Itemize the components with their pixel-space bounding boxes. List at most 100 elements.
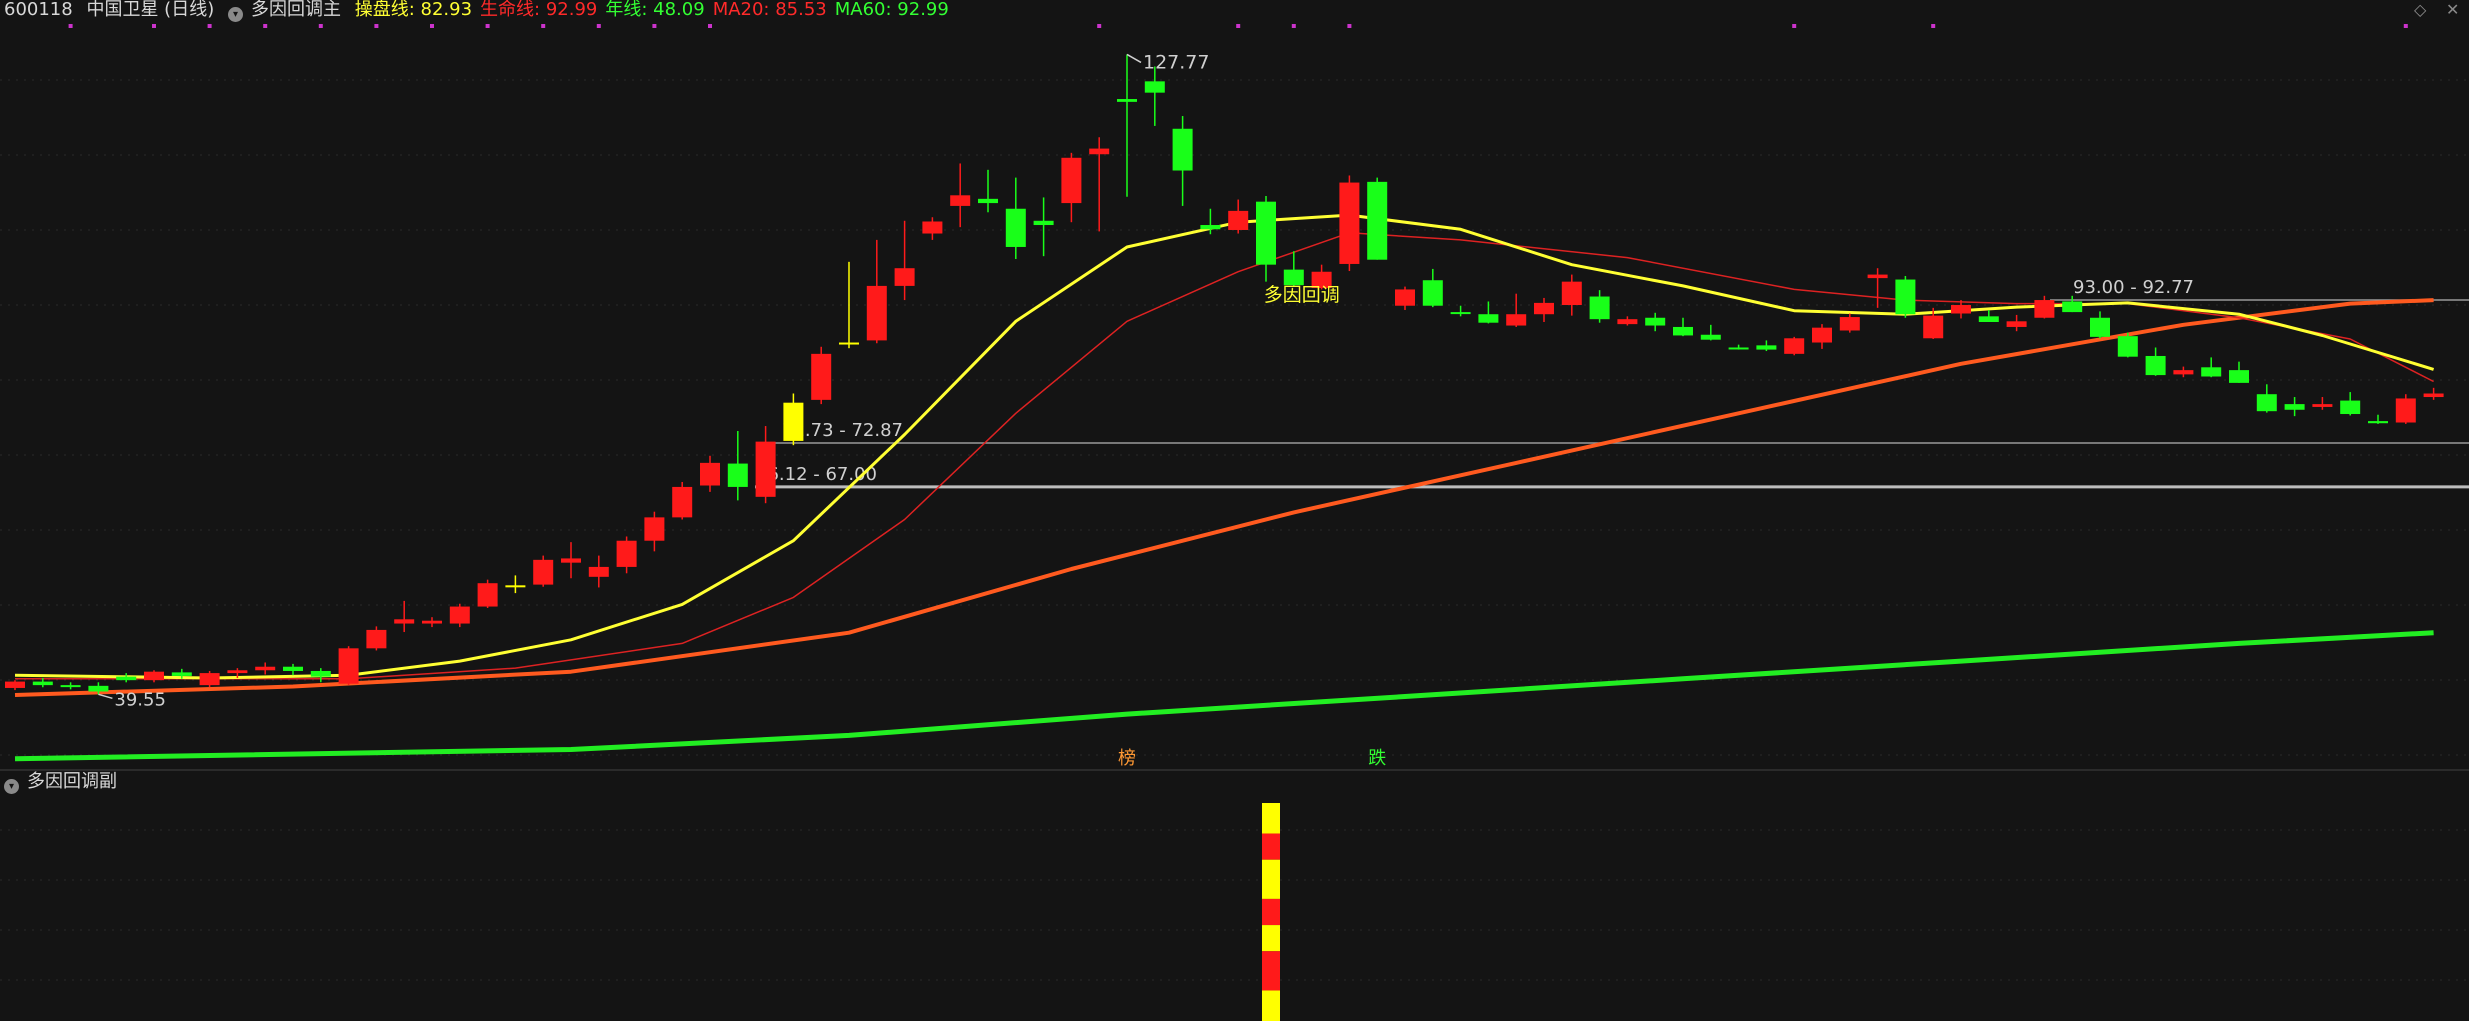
candle-body	[32, 681, 53, 686]
candle-body	[1033, 220, 1054, 226]
candle-body	[1839, 317, 1860, 331]
candle-body	[950, 195, 971, 206]
candle-body	[366, 629, 387, 649]
candle-body	[588, 566, 609, 577]
candle-body	[2006, 321, 2027, 327]
candle-body	[2312, 404, 2333, 407]
sub-bar-segment	[1262, 833, 1280, 860]
candle-body	[1061, 157, 1082, 204]
top-marker	[1792, 24, 1797, 28]
candle-body	[5, 681, 25, 688]
candle-body	[505, 585, 526, 588]
sub-bar-segment	[1262, 859, 1280, 899]
candle-body	[2201, 367, 2222, 377]
candle-body	[533, 559, 554, 585]
candle-body	[227, 670, 248, 674]
ma-yellow-line	[14, 213, 2435, 680]
candle-body	[616, 540, 637, 567]
candle-body	[1283, 269, 1304, 286]
candle-body	[1506, 314, 1527, 326]
candle-body	[811, 353, 832, 400]
candle-body	[2117, 336, 2138, 357]
sub-bar-segment	[1262, 925, 1280, 952]
candle-body	[1339, 182, 1360, 264]
candle-body	[755, 441, 776, 497]
candle-body	[561, 558, 581, 563]
candle-body	[783, 402, 804, 441]
candle-body	[644, 517, 665, 541]
candle-body	[171, 672, 192, 676]
high-label: 127.77	[1143, 51, 1209, 73]
candle-body	[283, 666, 303, 671]
candle-body	[1645, 317, 1666, 326]
top-marker	[652, 24, 657, 28]
top-marker	[263, 24, 268, 28]
candle-body	[1144, 81, 1165, 93]
candle-body	[866, 285, 887, 341]
top-marker	[68, 24, 73, 28]
candle-body	[839, 342, 859, 345]
candle-body	[2173, 370, 2194, 375]
candle-body	[1478, 314, 1499, 323]
ma-green-line	[14, 630, 2434, 762]
candle-body	[88, 685, 109, 692]
candle-body	[1812, 327, 1832, 343]
candle-body	[1867, 274, 1888, 279]
candle-body	[116, 676, 137, 681]
candle-body	[1005, 208, 1026, 247]
top-marker	[596, 24, 601, 28]
candle-body	[894, 268, 915, 286]
candle-body	[199, 673, 220, 686]
candle-body	[310, 670, 331, 677]
candle-body	[2034, 300, 2055, 318]
candle-body	[2145, 355, 2166, 376]
candle-body	[672, 486, 693, 518]
candle-body	[338, 648, 359, 684]
top-marker	[485, 24, 490, 28]
candle-body	[60, 685, 81, 688]
low-pointer	[98, 693, 113, 700]
sub-bar-segment	[1262, 803, 1280, 834]
top-marker	[1236, 24, 1241, 28]
candle-body	[2090, 317, 2110, 337]
candle-body	[1673, 326, 1693, 336]
bottom-label: 榜	[1118, 748, 1136, 769]
candle-body	[1589, 296, 1610, 320]
candle-body	[1450, 312, 1471, 315]
sub-bar-segment	[1262, 951, 1280, 991]
sub-bar-segment	[1262, 898, 1280, 926]
candle-body	[1951, 305, 1971, 314]
candle-body	[1117, 99, 1137, 102]
candle-body	[449, 606, 470, 624]
candle-body	[255, 666, 276, 671]
top-marker	[152, 24, 156, 28]
candle-body	[922, 221, 943, 234]
bottom-label: 跌	[1368, 748, 1386, 769]
top-marker	[374, 24, 379, 28]
candle-body	[1422, 280, 1443, 306]
signal-label: 多因回调	[1264, 284, 1340, 306]
candle-body	[1728, 347, 1749, 350]
candle-body	[1700, 334, 1721, 340]
candle-body	[144, 671, 164, 681]
candle-body	[2256, 394, 2277, 412]
top-marker	[2403, 24, 2408, 28]
low-label: 39.55	[114, 689, 166, 710]
candle-body	[700, 462, 720, 486]
candle-body	[727, 463, 748, 487]
candle-body	[1395, 289, 1415, 306]
candle-body	[1200, 225, 1221, 230]
candle-body	[394, 619, 415, 624]
top-marker	[1097, 24, 1102, 28]
candle-body	[1895, 279, 1916, 315]
candle-body	[477, 583, 498, 607]
candle-body	[1923, 315, 1944, 339]
candle-body	[1367, 181, 1388, 260]
candle-body	[2229, 370, 2249, 383]
candle-body	[2423, 393, 2444, 398]
candle-body	[1784, 338, 1805, 354]
top-marker	[1291, 24, 1296, 28]
candle-body	[1256, 201, 1276, 265]
top-marker	[430, 24, 434, 28]
candle-body	[1617, 319, 1638, 325]
